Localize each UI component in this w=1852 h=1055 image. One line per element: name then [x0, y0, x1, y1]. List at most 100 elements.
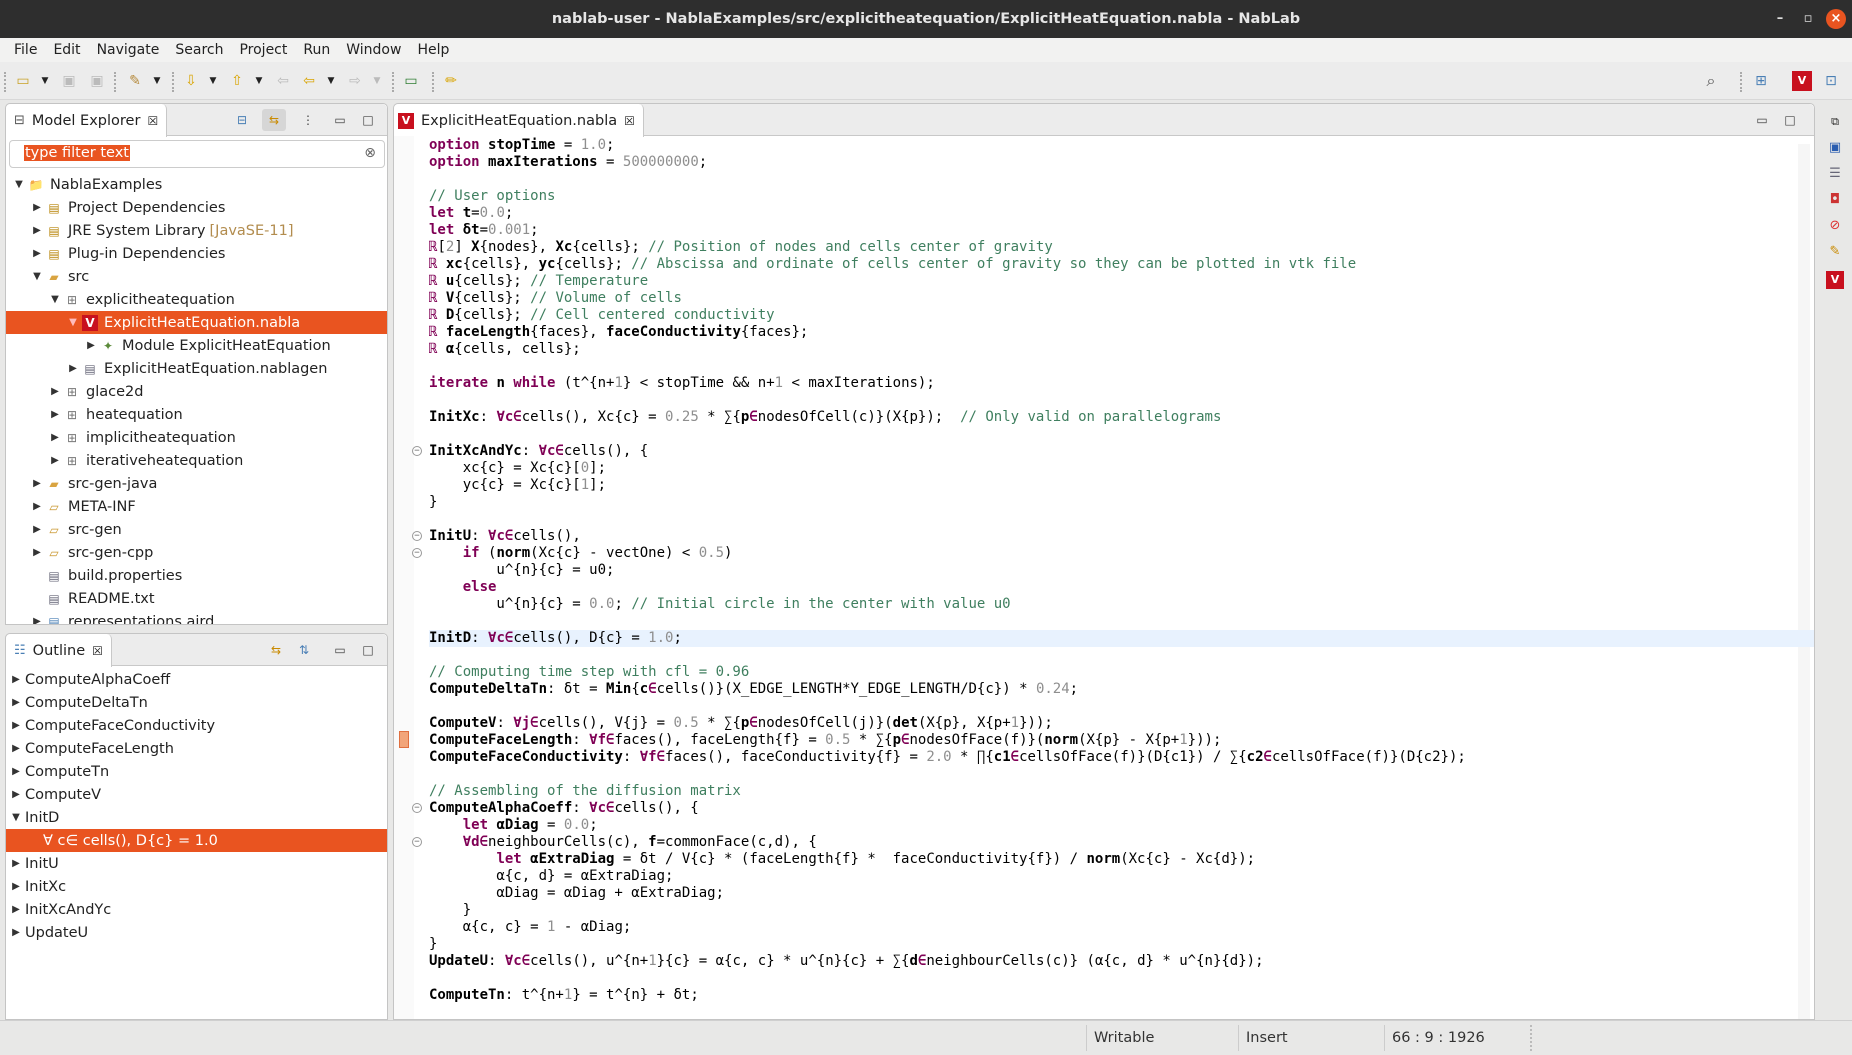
nabla-view-icon[interactable]: V — [1826, 271, 1844, 289]
outline-item[interactable]: ▶ ComputeFaceConductivity — [6, 714, 387, 737]
outline-item[interactable]: ▶ ComputeTn — [6, 760, 387, 783]
tree-item[interactable]: ▶ ⊞ implicitheatequation — [6, 426, 387, 449]
modeling-perspective-icon[interactable]: ⊡ — [1822, 72, 1840, 90]
menu-search[interactable]: Search — [167, 42, 231, 58]
code-line[interactable]: ComputeTn: t^{n+1} = t^{n} + δt; — [429, 987, 1814, 1004]
collapsed-arrow-icon[interactable]: ▶ — [7, 743, 25, 754]
expanded-arrow-icon[interactable]: ▼ — [28, 271, 46, 282]
collapsed-arrow-icon[interactable]: ▶ — [7, 720, 25, 731]
code-line[interactable]: αDiag = αDiag + αExtraDiag; — [429, 885, 1814, 902]
expanded-arrow-icon[interactable]: ▼ — [7, 812, 25, 823]
back-icon[interactable]: ⇦ — [300, 72, 318, 90]
outline-item[interactable]: ▶ ComputeAlphaCoeff — [6, 668, 387, 691]
collapsed-arrow-icon[interactable]: ▶ — [7, 789, 25, 800]
collapsed-arrow-icon[interactable]: ▶ — [7, 674, 25, 685]
tree-item[interactable]: ▶ ▤ ExplicitHeatEquation.nablagen — [6, 357, 387, 380]
tree-item[interactable]: ▶ ▱ src-gen — [6, 518, 387, 541]
code-line[interactable]: ℝ V{cells}; // Volume of cells — [429, 290, 1814, 307]
tree-item[interactable]: ▶ ⊞ glace2d — [6, 380, 387, 403]
tree-item[interactable]: ▶ ▤ Plug-in Dependencies — [6, 242, 387, 265]
open-perspective-icon[interactable]: ⊞ — [1752, 72, 1770, 90]
collapsed-arrow-icon[interactable]: ▶ — [28, 225, 46, 236]
expanded-arrow-icon[interactable]: ▼ — [64, 317, 82, 328]
close-tab-icon[interactable]: ☒ — [92, 644, 103, 658]
minimize-button[interactable]: – — [1770, 9, 1790, 29]
code-line[interactable]: let t=0.0; — [429, 205, 1814, 222]
previous-dropdown-icon[interactable]: ▼ — [250, 72, 268, 90]
link-with-editor-icon[interactable]: ⇆ — [262, 109, 286, 131]
code-line[interactable]: − ∀d∈neighbourCells(c), f=commonFace(c,d… — [412, 834, 1814, 851]
nabla-perspective-icon[interactable]: V — [1792, 71, 1812, 91]
restore-icon[interactable]: ⧉ — [1826, 113, 1844, 131]
expanded-arrow-icon[interactable]: ▼ — [10, 179, 28, 190]
fold-toggle-icon[interactable]: − — [412, 837, 422, 847]
code-line[interactable]: iterate n while (t^{n+1} < stopTime && n… — [429, 375, 1814, 392]
collapsed-arrow-icon[interactable]: ▶ — [28, 547, 46, 558]
code-line[interactable]: let αDiag = 0.0; — [429, 817, 1814, 834]
collapsed-arrow-icon[interactable]: ▶ — [7, 881, 25, 892]
code-line[interactable]: // Assembling of the diffusion matrix — [429, 783, 1814, 800]
code-line[interactable]: α{c, d} = αExtraDiag; — [429, 868, 1814, 885]
menu-window[interactable]: Window — [338, 42, 409, 58]
pen-icon[interactable]: ✎ — [126, 72, 144, 90]
code-line[interactable]: else — [429, 579, 1814, 596]
highlighter-icon[interactable]: ✏ — [442, 72, 460, 90]
save-icon[interactable]: ▣ — [60, 72, 78, 90]
search-icon[interactable]: ⌕ — [1702, 72, 1720, 90]
collapsed-arrow-icon[interactable]: ▶ — [28, 524, 46, 535]
collapsed-arrow-icon[interactable]: ▶ — [46, 409, 64, 420]
code-line[interactable]: let δt=0.001; — [429, 222, 1814, 239]
code-line[interactable]: ComputeDeltaTn: δt = Min{c∈cells()}(X_ED… — [429, 681, 1814, 698]
code-line[interactable] — [429, 698, 1814, 715]
sort-icon[interactable]: ⇅ — [296, 642, 312, 658]
code-line[interactable]: α{c, c} = 1 - αDiag; — [429, 919, 1814, 936]
outline-item[interactable]: ▶ UpdateU — [6, 921, 387, 944]
code-line[interactable] — [429, 766, 1814, 783]
code-line[interactable]: xc{c} = Xc{c}[0]; — [429, 460, 1814, 477]
collapsed-arrow-icon[interactable]: ▶ — [7, 904, 25, 915]
close-button[interactable]: × — [1826, 9, 1846, 29]
outline-item[interactable]: ▶ InitXc — [6, 875, 387, 898]
code-line[interactable]: u^{n}{c} = u0; — [429, 562, 1814, 579]
new-dropdown-icon[interactable]: ▼ — [36, 72, 54, 90]
collapse-all-icon[interactable]: ⊟ — [234, 112, 250, 128]
fold-toggle-icon[interactable]: − — [412, 531, 422, 541]
code-line[interactable]: ComputeFaceLength: ∀f∈faces(), faceLengt… — [429, 732, 1814, 749]
minimize-view-icon[interactable]: ▭ — [332, 642, 348, 658]
tree-item[interactable]: ▶ ▤ JRE System Library [JavaSE-11] — [6, 219, 387, 242]
tree-item[interactable]: ▤ build.properties — [6, 564, 387, 587]
pen-dropdown-icon[interactable]: ▼ — [148, 72, 166, 90]
tree-item[interactable]: ▶ ▱ META-INF — [6, 495, 387, 518]
tree-item[interactable]: ▼ ⊞ explicitheatequation — [6, 288, 387, 311]
tree-item[interactable]: ▶ ▱ src-gen-cpp — [6, 541, 387, 564]
minimize-editor-icon[interactable]: ▭ — [1754, 112, 1770, 128]
code-line[interactable]: yc{c} = Xc{c}[1]; — [429, 477, 1814, 494]
collapsed-arrow-icon[interactable]: ▶ — [28, 501, 46, 512]
maximize-editor-icon[interactable]: □ — [1782, 112, 1798, 128]
pen-view-icon[interactable]: ✎ — [1826, 243, 1844, 261]
menu-file[interactable]: File — [6, 42, 45, 58]
close-tab-icon[interactable]: ☒ — [624, 114, 635, 128]
pin-editor-icon[interactable]: ▭ — [402, 72, 420, 90]
last-edit-icon[interactable]: ⇦ — [274, 72, 292, 90]
outline-item[interactable]: ▶ ComputeDeltaTn — [6, 691, 387, 714]
tab-outline[interactable]: ☷ Outline ☒ — [6, 634, 112, 667]
code-line[interactable]: − if (norm(Xc{c} - vectOne) < 0.5) — [412, 545, 1814, 562]
tree-item[interactable]: ▶ ▤ representations.aird — [6, 610, 387, 625]
code-line[interactable]: // User options — [429, 188, 1814, 205]
tab-editor-file[interactable]: V ExplicitHeatEquation.nabla ☒ — [394, 104, 644, 137]
outline-item[interactable]: ▼ InitD — [6, 806, 387, 829]
code-line[interactable] — [429, 426, 1814, 443]
code-line[interactable]: option maxIterations = 500000000; — [429, 154, 1814, 171]
menu-run[interactable]: Run — [295, 42, 338, 58]
code-line[interactable] — [429, 392, 1814, 409]
code-line[interactable]: ℝ[2] X{nodes}, Xc{cells}; // Position of… — [429, 239, 1814, 256]
previous-annotation-icon[interactable]: ⇧ — [228, 72, 246, 90]
code-line[interactable]: InitXc: ∀c∈cells(), Xc{c} = 0.25 * ∑{p∈n… — [429, 409, 1814, 426]
tab-model-explorer[interactable]: ⊟ Model Explorer ☒ — [6, 104, 168, 137]
code-line[interactable]: // Computing time step with cfl = 0.96 — [429, 664, 1814, 681]
code-line[interactable]: u^{n}{c} = 0.0; // Initial circle in the… — [429, 596, 1814, 613]
code-line[interactable] — [429, 358, 1814, 375]
console-icon[interactable]: ▣ — [1826, 139, 1844, 157]
link-with-editor-icon[interactable]: ⇆ — [268, 642, 284, 658]
